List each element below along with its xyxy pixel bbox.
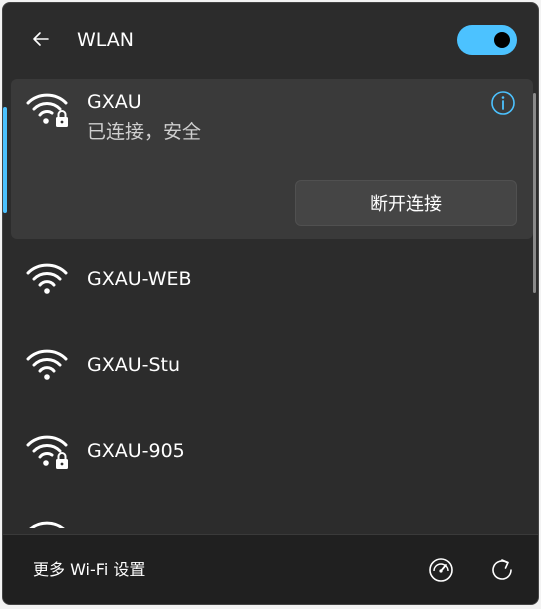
network-list: GXAU 已连接，安全 断开连接 GXAU-WEB GXAU-Stu GXAU-… — [3, 79, 538, 528]
network-name: test222 — [87, 524, 160, 528]
network-item-connected[interactable]: GXAU 已连接，安全 断开连接 — [3, 79, 533, 239]
wifi-toggle[interactable] — [457, 25, 517, 55]
speed-gauge-icon[interactable] — [426, 555, 456, 585]
page-title: WLAN — [77, 29, 135, 51]
network-name: GXAU — [87, 91, 142, 113]
refresh-icon[interactable] — [487, 555, 517, 585]
network-item[interactable]: GXAU-905 — [11, 413, 533, 489]
network-status: 已连接，安全 — [87, 121, 202, 143]
more-wifi-settings-link[interactable]: 更多 Wi-Fi 设置 — [33, 559, 145, 581]
arrow-left-icon — [33, 32, 49, 46]
wifi-icon — [26, 349, 68, 380]
network-item[interactable]: GXAU-WEB — [11, 241, 533, 317]
wifi-icon — [29, 521, 65, 528]
network-item[interactable]: GXAU-Stu — [11, 327, 533, 403]
wifi-secured-icon — [26, 93, 68, 127]
back-button[interactable] — [25, 23, 57, 55]
toggle-knob — [494, 32, 510, 48]
disconnect-button[interactable]: 断开连接 — [295, 180, 517, 226]
wifi-secured-icon — [26, 435, 68, 469]
network-item[interactable]: test222 — [11, 499, 533, 528]
wifi-icon — [26, 263, 68, 294]
list-scrollbar[interactable] — [533, 93, 536, 293]
flyout-header: WLAN — [3, 3, 538, 79]
network-name: GXAU-Stu — [87, 354, 181, 376]
selection-indicator — [3, 107, 7, 213]
flyout-footer: 更多 Wi-Fi 设置 — [3, 534, 538, 604]
wlan-flyout: WLAN GXAU 已连接，安全 断开连接 GXAU-WEB GXAU-Stu … — [2, 2, 539, 605]
info-icon[interactable] — [489, 89, 517, 117]
network-name: GXAU-905 — [87, 440, 185, 462]
network-name: GXAU-WEB — [87, 268, 192, 290]
